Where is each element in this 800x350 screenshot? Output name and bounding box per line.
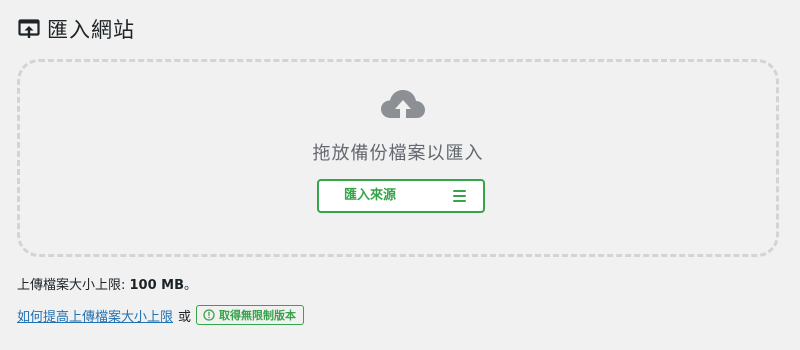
import-upload-icon: [17, 17, 41, 41]
import-source-label: 匯入來源: [344, 188, 397, 203]
drop-instruction-text: 拖放備份檔案以匯入: [312, 143, 484, 164]
info-circle-icon: [203, 309, 215, 321]
footer-actions: 如何提高上傳檔案大小上限 或 取得無限制版本: [17, 304, 305, 326]
unlimited-version-label: 取得無限制版本: [219, 309, 297, 322]
increase-upload-limit-link[interactable]: 如何提高上傳檔案大小上限: [17, 306, 173, 325]
or-text: 或: [178, 309, 192, 325]
file-drop-zone[interactable]: 拖放備份檔案以匯入 匯入來源: [17, 59, 779, 257]
limit-value: 100 MB: [129, 278, 185, 293]
get-unlimited-version-button[interactable]: 取得無限制版本: [196, 305, 305, 325]
page-header: 匯入網站: [17, 14, 135, 44]
hamburger-menu-icon: [453, 190, 466, 202]
import-source-button[interactable]: 匯入來源: [317, 179, 485, 213]
limit-label: 上傳檔案大小上限:: [17, 278, 130, 293]
import-site-page: 匯入網站 拖放備份檔案以匯入 匯入來源 上傳檔案大小上限: 100 MB。 如何…: [0, 0, 800, 350]
limit-suffix: 。: [184, 278, 198, 293]
cloud-upload-icon: [379, 88, 427, 126]
upload-size-limit: 上傳檔案大小上限: 100 MB。: [17, 274, 197, 293]
page-title: 匯入網站: [47, 18, 135, 42]
